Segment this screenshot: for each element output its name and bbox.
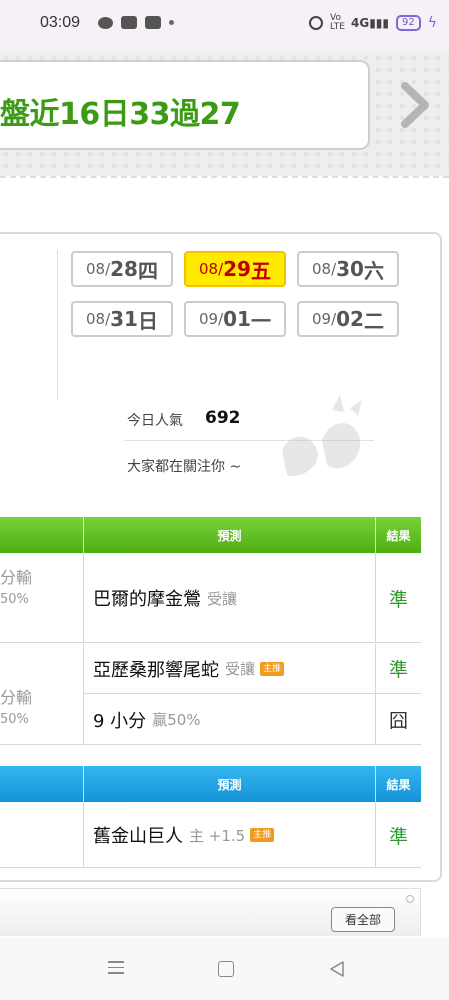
- row-left-cell: [0, 802, 84, 868]
- prediction-cell: 舊金山巨人 主 +1.5 主推: [84, 802, 376, 868]
- table-row[interactable]: 舊金山巨人 主 +1.5 主推 準: [0, 802, 421, 868]
- left-result-text: 分輸: [0, 688, 33, 707]
- table2-header: 預測 結果: [0, 766, 421, 802]
- date-weekday: 二: [363, 308, 384, 333]
- table2-header-left: [0, 766, 84, 802]
- odds-note: 受讓: [207, 589, 238, 608]
- system-icons: Vo LTE 4G▮▮▮ 92 ϟ: [309, 14, 437, 32]
- odds-note: 主 +1.5: [189, 826, 246, 845]
- date-tab[interactable]: 08/28 四: [71, 251, 173, 287]
- row-left-cell: 分輸 50%: [0, 553, 84, 643]
- date-month: 09/: [199, 310, 224, 328]
- date-month: 08/: [199, 260, 224, 278]
- total-pick: 9 小分: [93, 710, 147, 732]
- featured-badge: 主推: [260, 661, 285, 676]
- date-month: 08/: [86, 260, 111, 278]
- date-day: 28: [110, 257, 138, 281]
- result-cell: 準: [388, 588, 408, 611]
- date-day: 29: [223, 257, 251, 281]
- date-day: 02: [336, 307, 364, 331]
- table1-header-prediction: 預測: [84, 517, 376, 553]
- team-name: 巴爾的摩金鶯: [93, 589, 201, 610]
- date-weekday: 六: [363, 258, 384, 283]
- charging-icon: ϟ: [427, 15, 437, 31]
- odds-note: 受讓: [225, 660, 256, 678]
- banner-divider: [0, 176, 449, 200]
- date-tab[interactable]: 08/31 日: [71, 301, 173, 337]
- date-month: 09/: [312, 310, 337, 328]
- team-name: 亞歷桑那響尾蛇: [93, 659, 219, 681]
- date-weekday: 四: [137, 258, 158, 283]
- prediction-cell: 亞歷桑那響尾蛇 受讓 主推: [84, 644, 376, 694]
- indicator-icon: [406, 895, 414, 903]
- result-cell: 準: [376, 644, 421, 694]
- left-percent-text: 50%: [0, 592, 29, 607]
- date-month: 08/: [86, 310, 111, 328]
- more-dot-icon: [169, 20, 174, 25]
- table-row[interactable]: 分輸 50% 巴爾的摩金鶯 受讓 準: [0, 553, 421, 643]
- divider-line: [57, 250, 58, 400]
- video-icon-2: [145, 16, 161, 29]
- table1-header-left: [0, 517, 84, 553]
- row-left-cell: 分輸 50%: [0, 644, 84, 745]
- back-icon[interactable]: [328, 960, 346, 978]
- left-percent-text: 50%: [0, 712, 29, 727]
- table1-header-result: 結果: [386, 528, 411, 543]
- date-day: 01: [223, 307, 251, 331]
- table2-header-result: 結果: [386, 777, 411, 792]
- chevron-right-icon[interactable]: [395, 82, 435, 128]
- featured-badge: 主推: [250, 828, 275, 842]
- date-weekday: 一: [250, 308, 271, 333]
- home-icon[interactable]: [218, 961, 234, 977]
- record-title: 盤近16日33過27: [0, 97, 241, 132]
- video-icon: [121, 16, 137, 29]
- result-cell-2: 囧: [388, 710, 408, 732]
- date-day: 30: [336, 257, 364, 281]
- signal-icon: 4G▮▮▮: [351, 16, 390, 30]
- result-cell: 準: [388, 825, 408, 848]
- status-time: 03:09: [40, 14, 81, 31]
- popularity-subtitle: 大家都在關注你 ~: [127, 459, 242, 475]
- status-bar: 03:09 Vo LTE 4G▮▮▮ 92 ϟ: [0, 0, 449, 52]
- prediction-cell: 巴爾的摩金鶯 受讓: [84, 553, 376, 643]
- mascot-icon: [282, 395, 362, 476]
- date-weekday: 五: [250, 258, 271, 283]
- alarm-icon: [309, 16, 323, 30]
- table-row[interactable]: 分輸 50% 亞歷桑那響尾蛇 受讓 主推 準 9 小分 贏50% 囧: [0, 644, 421, 745]
- notification-icons: [98, 16, 174, 29]
- table1-header: 預測 結果: [0, 517, 421, 553]
- date-tab[interactable]: 08/29 五: [184, 251, 286, 287]
- date-tab[interactable]: 08/30 六: [297, 251, 399, 287]
- team-name: 舊金山巨人: [93, 826, 183, 847]
- left-result-text: 分輸: [0, 568, 33, 587]
- chat-icon: [98, 16, 113, 29]
- network-type: 4G: [351, 16, 370, 30]
- odds-note-2: 贏50%: [152, 711, 201, 729]
- popularity-value: 692: [205, 408, 241, 428]
- date-tab[interactable]: 09/01 一: [184, 301, 286, 337]
- date-tab[interactable]: 09/02 二: [297, 301, 399, 337]
- battery-icon: 92: [396, 15, 421, 31]
- volte-icon: Vo LTE: [330, 13, 345, 32]
- prediction-cell-2: 9 小分 贏50%: [84, 694, 376, 745]
- date-weekday: 日: [137, 308, 158, 333]
- menu-icon[interactable]: [108, 961, 124, 975]
- popularity-label: 今日人氣: [127, 413, 183, 429]
- table2-header-prediction: 預測: [84, 766, 376, 802]
- view-all-button[interactable]: 看全部: [331, 907, 395, 932]
- date-day: 31: [110, 307, 138, 331]
- date-month: 08/: [312, 260, 337, 278]
